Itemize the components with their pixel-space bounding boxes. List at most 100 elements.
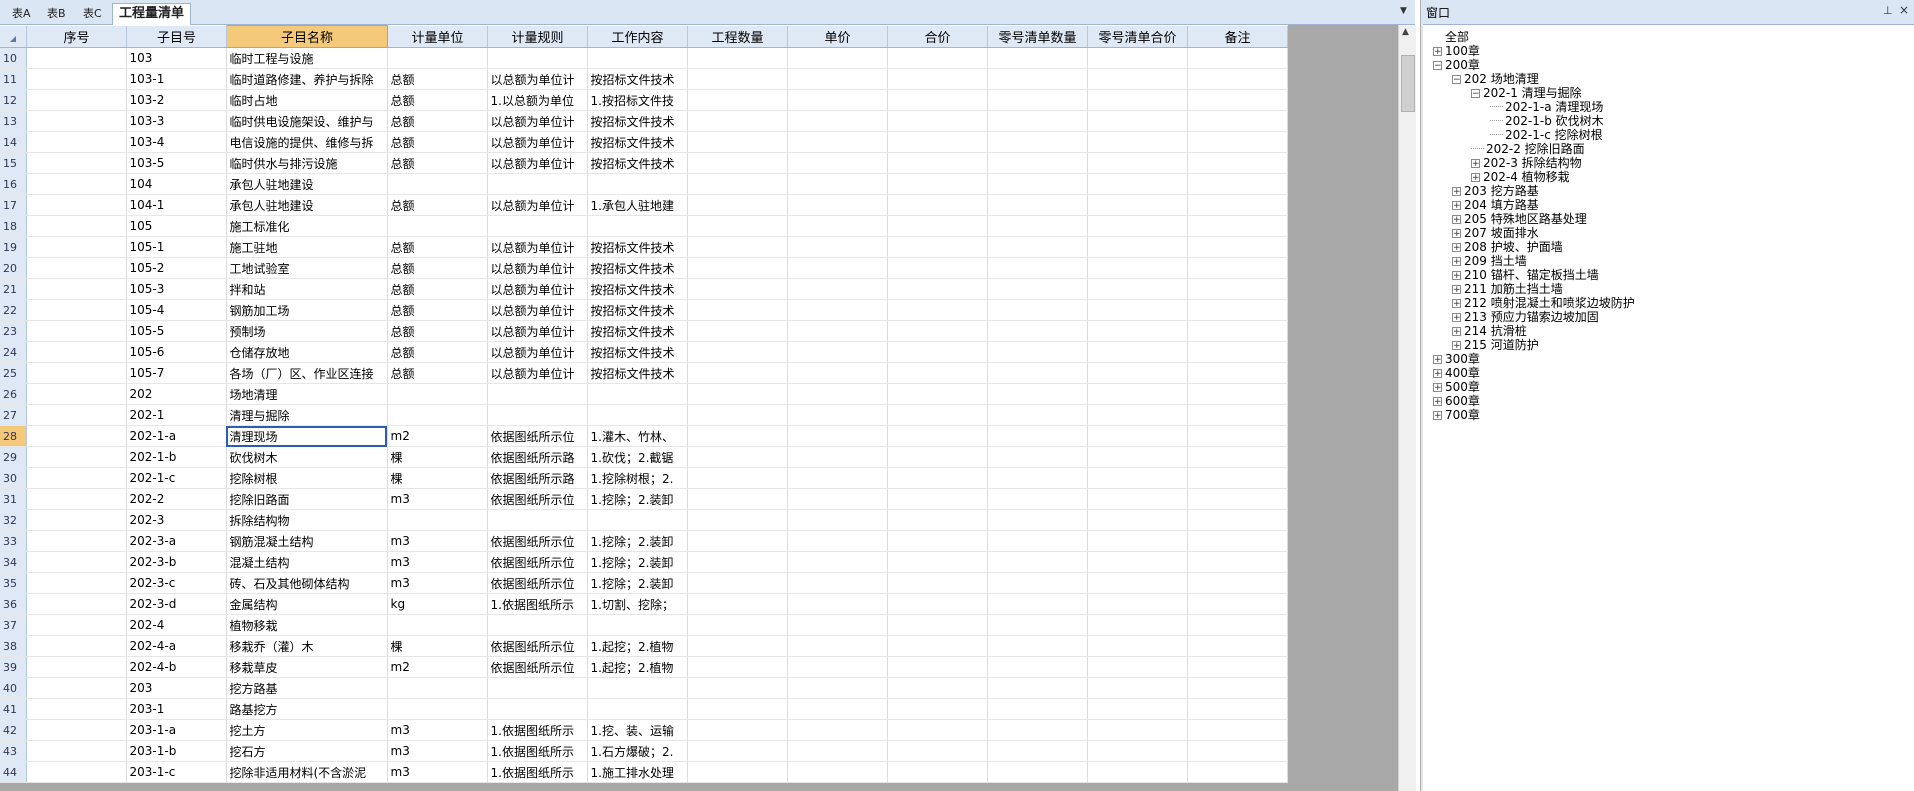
cell-rule[interactable]: 1.依据图纸所示 (487, 719, 588, 741)
tree-node[interactable]: 202-2 挖除旧路面 (1471, 142, 1585, 156)
cell-rule[interactable] (487, 698, 588, 720)
cell-empty[interactable] (687, 509, 788, 531)
cell-work[interactable]: 按招标文件技术 (587, 257, 688, 279)
cell-name[interactable]: 承包人驻地建设 (226, 194, 388, 216)
cell-empty[interactable] (687, 572, 788, 594)
cell-empty[interactable] (787, 509, 888, 531)
cell-name[interactable]: 施工标准化 (226, 215, 388, 237)
cell-rule[interactable]: 1.以总额为单位 (487, 89, 588, 111)
cell-rule[interactable]: 以总额为单位计 (487, 68, 588, 90)
cell-code[interactable]: 202-3-a (126, 530, 227, 552)
cell-empty[interactable] (987, 173, 1088, 195)
cell-empty[interactable] (887, 47, 988, 69)
cell-code[interactable]: 203-1-c (126, 761, 227, 783)
cell-name[interactable]: 施工驻地 (226, 236, 388, 258)
cell-name[interactable]: 挖土方 (226, 719, 388, 741)
column-header-8[interactable]: 合价 (887, 25, 988, 48)
cell-empty[interactable] (1187, 152, 1288, 174)
cell-empty[interactable] (687, 173, 788, 195)
cell-name[interactable]: 挖除旧路面 (226, 488, 388, 510)
cell-work[interactable] (587, 383, 688, 405)
cell-empty[interactable] (687, 614, 788, 636)
cell-rule[interactable]: 依据图纸所示位 (487, 635, 588, 657)
cell-code[interactable]: 105-7 (126, 362, 227, 384)
cell-seq[interactable] (26, 614, 127, 636)
cell-code[interactable]: 202-3-d (126, 593, 227, 615)
cell-seq[interactable] (26, 299, 127, 321)
cell-empty[interactable] (787, 299, 888, 321)
cell-code[interactable]: 202-2 (126, 488, 227, 510)
cell-empty[interactable] (1187, 47, 1288, 69)
cell-code[interactable]: 104-1 (126, 194, 227, 216)
cell-rule[interactable]: 依据图纸所示路 (487, 467, 588, 489)
row-number[interactable]: 18 (0, 215, 27, 237)
cell-empty[interactable] (1087, 173, 1188, 195)
cell-name[interactable]: 挖石方 (226, 740, 388, 762)
cell-name[interactable]: 砍伐树木 (226, 446, 388, 468)
cell-empty[interactable] (987, 446, 1088, 468)
row-number[interactable]: 28 (0, 425, 27, 447)
expand-icon[interactable]: + (1452, 341, 1461, 351)
cell-work[interactable]: 1.施工排水处理 (587, 761, 688, 783)
cell-empty[interactable] (687, 152, 788, 174)
cell-empty[interactable] (987, 761, 1088, 783)
cell-empty[interactable] (887, 89, 988, 111)
cell-empty[interactable] (687, 257, 788, 279)
cell-empty[interactable] (787, 173, 888, 195)
cell-rule[interactable]: 以总额为单位计 (487, 194, 588, 216)
cell-empty[interactable] (787, 152, 888, 174)
cell-empty[interactable] (987, 47, 1088, 69)
row-number[interactable]: 12 (0, 89, 27, 111)
cell-empty[interactable] (887, 614, 988, 636)
cell-empty[interactable] (887, 446, 988, 468)
tree-node[interactable]: 全部 (1445, 30, 1469, 44)
cell-empty[interactable] (887, 152, 988, 174)
cell-empty[interactable] (787, 593, 888, 615)
tree-node[interactable]: +600章 (1433, 394, 1480, 408)
column-header-5[interactable]: 工作内容 (587, 25, 688, 48)
cell-empty[interactable] (787, 530, 888, 552)
cell-empty[interactable] (1087, 677, 1188, 699)
cell-empty[interactable] (787, 656, 888, 678)
cell-name[interactable]: 仓储存放地 (226, 341, 388, 363)
cell-empty[interactable] (987, 110, 1088, 132)
cell-empty[interactable] (987, 593, 1088, 615)
cell-empty[interactable] (987, 131, 1088, 153)
cell-unit[interactable]: 总额 (387, 110, 488, 132)
cell-empty[interactable] (787, 698, 888, 720)
tree-node[interactable]: +209 挡土墙 (1452, 254, 1527, 268)
cell-work[interactable]: 1.挖除；2.装卸 (587, 530, 688, 552)
cell-work[interactable]: 按招标文件技术 (587, 341, 688, 363)
cell-empty[interactable] (787, 68, 888, 90)
cell-unit[interactable]: 棵 (387, 467, 488, 489)
cell-empty[interactable] (687, 215, 788, 237)
column-header-6[interactable]: 工程数量 (687, 25, 788, 48)
cell-empty[interactable] (887, 656, 988, 678)
cell-unit[interactable] (387, 677, 488, 699)
tree-node[interactable]: 202-1-b 砍伐树木 (1490, 114, 1604, 128)
row-number[interactable]: 13 (0, 110, 27, 132)
cell-empty[interactable] (1087, 551, 1188, 573)
cell-empty[interactable] (787, 467, 888, 489)
cell-work[interactable]: 1.灌木、竹林、 (587, 425, 688, 447)
cell-seq[interactable] (26, 257, 127, 279)
cell-empty[interactable] (987, 320, 1088, 342)
expand-icon[interactable]: + (1452, 299, 1461, 309)
cell-unit[interactable]: 总额 (387, 320, 488, 342)
cell-work[interactable]: 1.起挖；2.植物 (587, 656, 688, 678)
cell-empty[interactable] (1187, 194, 1288, 216)
row-number[interactable]: 17 (0, 194, 27, 216)
cell-empty[interactable] (687, 446, 788, 468)
cell-code[interactable]: 203 (126, 677, 227, 699)
cell-empty[interactable] (687, 47, 788, 69)
cell-empty[interactable] (1087, 698, 1188, 720)
cell-empty[interactable] (887, 194, 988, 216)
cell-empty[interactable] (687, 89, 788, 111)
row-number[interactable]: 27 (0, 404, 27, 426)
cell-empty[interactable] (887, 677, 988, 699)
select-all-corner[interactable] (0, 25, 27, 48)
cell-seq[interactable] (26, 236, 127, 258)
cell-name[interactable]: 临时道路修建、养护与拆除 (226, 68, 388, 90)
cell-unit[interactable]: m3 (387, 530, 488, 552)
cell-empty[interactable] (687, 299, 788, 321)
